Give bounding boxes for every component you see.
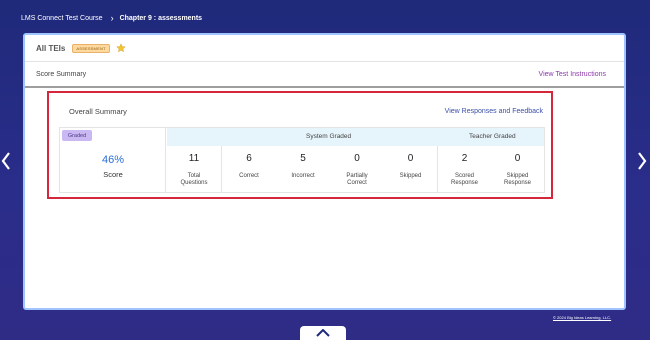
metric-label-line: Response [450,180,479,186]
chevron-right-icon: › [110,12,114,23]
metric-label: Total Questions [167,173,221,187]
metric-value: 6 [246,153,252,164]
metric-label-line: Incorrect [291,173,315,179]
score-summary-label: Score Summary [36,70,87,78]
graded-badge: Graded [62,130,92,141]
metric-partially-correct: 0 Partially Correct [330,146,384,192]
view-responses-link[interactable]: View Responses and Feedback [445,108,543,115]
chevron-up-icon [316,329,330,337]
metric-label-line: Correct [347,180,367,186]
breadcrumb-chapter[interactable]: Chapter 9 : assessments [120,15,202,22]
grading-groups-header: System Graded Teacher Graded [167,128,544,146]
metric-value: 0 [354,153,360,164]
collapse-toggle-button[interactable] [300,326,346,340]
metric-skipped: 0 Skipped [384,146,438,192]
overall-summary-title: Overall Summary [69,106,127,116]
previous-arrow-icon[interactable] [0,148,12,174]
overall-summary-card: Overall Summary View Responses and Feedb… [47,91,553,199]
metric-label: Partially Correct [330,173,384,187]
star-icon[interactable] [116,43,126,53]
metric-label-line: Skipped [399,173,422,179]
metric-label: Correct [222,173,276,180]
page-title: All TEIs [36,43,66,53]
copyright-link[interactable]: © 2024 Big Ideas Learning, LLC. [553,315,611,320]
metric-value: 0 [407,153,414,164]
metric-value: 5 [300,153,306,164]
metric-total-questions: 11 Total Questions [167,146,222,192]
metric-skipped-response: 0 Skipped Response [491,146,544,192]
metric-correct: 6 Correct [222,146,276,192]
metric-label-line: Partially [346,173,368,179]
metric-value: 2 [461,153,468,164]
metric-scored-response: 2 Scored Response [438,146,491,192]
teacher-graded-label: Teacher Graded [469,133,516,140]
assessment-tag: ASSESSMENT [72,43,110,53]
metric-label: Incorrect [276,173,330,180]
metric-label-line: Total [187,173,201,179]
metric-label-line: Skipped [506,173,529,179]
metric-value: 11 [188,153,200,164]
metrics-row: 11 Total Questions 6 Correct 5 Incorrect [167,146,544,192]
view-test-instructions-link[interactable]: View Test Instructions [539,71,606,78]
score-label: Score [103,170,123,179]
next-arrow-icon[interactable] [636,148,648,174]
metric-label-line: Response [503,180,532,186]
metric-label: Skipped Response [491,173,544,187]
score-cell: Graded 46% Score [60,128,166,192]
breadcrumb-course[interactable]: LMS Connect Test Course [21,15,103,22]
score-summary-bar: Score Summary View Test Instructions [25,62,624,88]
metric-value: 0 [514,153,521,164]
metric-label-line: Questions [180,180,208,186]
metric-label-line: Correct [239,173,259,179]
breadcrumb: LMS Connect Test Course › Chapter 9 : as… [0,0,650,36]
score-value: 46% [101,154,125,166]
system-graded-label: System Graded [306,133,352,140]
summary-table: Graded 46% Score System Graded Teacher G… [59,127,545,193]
metric-label: Skipped [384,173,437,180]
metric-label: Scored Response [438,173,491,187]
metric-label-line: Scored [454,173,474,179]
metric-incorrect: 5 Incorrect [276,146,330,192]
panel-header: All TEIs ASSESSMENT [25,35,624,62]
